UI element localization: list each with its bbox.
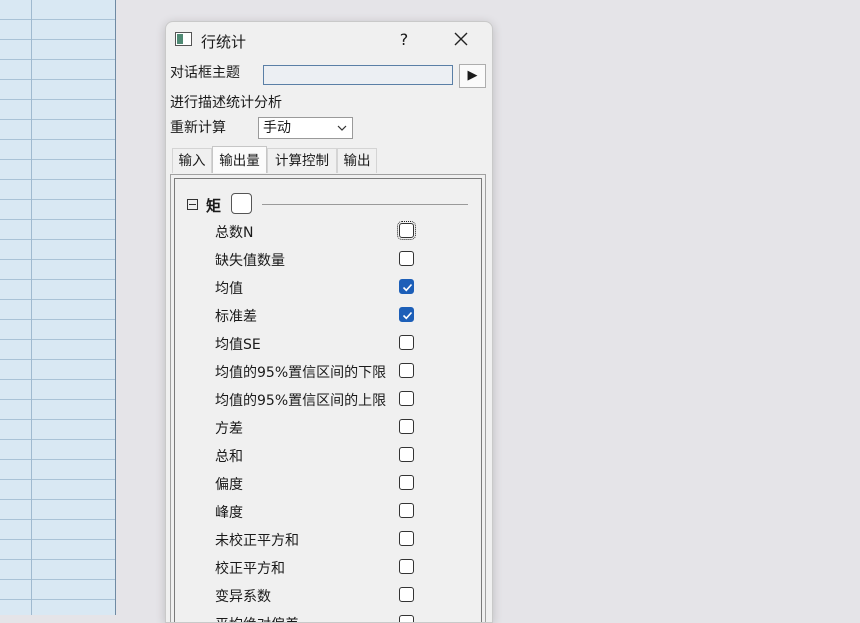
description-text: 进行描述统计分析 [170, 95, 282, 111]
group-divider [262, 204, 468, 205]
play-icon: ▶ [467, 68, 478, 83]
check-icon [402, 311, 413, 320]
item-label: 均值的95%置信区间的上限 [215, 393, 387, 409]
list-item[interactable]: 偏度 [215, 472, 485, 496]
group-checkbox[interactable] [231, 193, 252, 214]
item-label: 未校正平方和 [215, 533, 299, 549]
item-checkbox[interactable] [399, 279, 414, 294]
item-checkbox[interactable] [399, 531, 414, 546]
group-title-moments: 矩 [206, 197, 222, 215]
item-label: 变异系数 [215, 589, 271, 605]
item-label: 总和 [215, 449, 243, 465]
list-item[interactable]: 缺失值数量 [215, 248, 485, 272]
item-label: 缺失值数量 [215, 253, 285, 269]
item-checkbox[interactable] [399, 587, 414, 602]
item-checkbox[interactable] [399, 335, 414, 350]
dialog-theme-input[interactable] [263, 65, 453, 85]
list-item[interactable]: 均值SE [215, 332, 485, 356]
list-item[interactable]: 方差 [215, 416, 485, 440]
item-checkbox[interactable] [397, 221, 416, 240]
close-button[interactable] [448, 28, 474, 52]
item-label: 标准差 [215, 309, 257, 325]
item-checkbox[interactable] [399, 615, 414, 622]
item-checkbox[interactable] [399, 559, 414, 574]
item-label: 均值SE [215, 337, 261, 353]
list-item[interactable]: 平均绝对偏差 [215, 612, 485, 622]
recalculate-select[interactable]: 手动 [258, 117, 353, 139]
app-icon [175, 32, 192, 46]
dialog-theme-label: 对话框主题 [170, 65, 240, 81]
item-checkbox[interactable] [399, 447, 414, 462]
worksheet-grid[interactable] [0, 0, 116, 615]
check-icon [402, 283, 413, 292]
item-checkbox[interactable] [399, 419, 414, 434]
list-item[interactable]: 总数N [215, 220, 485, 244]
tab-quantities[interactable]: 输出量 [212, 146, 267, 173]
item-checkbox[interactable] [399, 475, 414, 490]
item-checkbox[interactable] [399, 363, 414, 378]
item-label: 校正平方和 [215, 561, 285, 577]
title-bar[interactable]: 行统计 ? [166, 22, 492, 58]
item-checkbox[interactable] [399, 503, 414, 518]
close-icon [454, 32, 468, 46]
list-item[interactable]: 标准差 [215, 304, 485, 328]
tree-view: 矩 总数N 缺失值数量均值标准差均值SE 均值的95%置信区间的下限 均值的95%置信… [174, 178, 485, 622]
item-label: 峰度 [215, 505, 243, 521]
item-label: 总数N [215, 225, 254, 241]
recalculate-label: 重新计算 [170, 120, 226, 136]
tab-computation-control[interactable]: 计算控制 [267, 148, 337, 173]
dialog-title: 行统计 [201, 33, 247, 51]
tab-output[interactable]: 输出 [337, 148, 377, 173]
item-label: 方差 [215, 421, 243, 437]
theme-menu-button[interactable]: ▶ [459, 64, 486, 88]
chevron-down-icon [337, 125, 347, 131]
item-checkbox[interactable] [399, 251, 414, 266]
list-item[interactable]: 均值 [215, 276, 485, 300]
collapse-icon[interactable] [187, 199, 198, 210]
tab-input[interactable]: 输入 [172, 148, 212, 173]
list-item[interactable]: 校正平方和 [215, 556, 485, 580]
item-label: 均值的95%置信区间的下限 [215, 365, 387, 381]
list-item[interactable]: 总和 [215, 444, 485, 468]
list-item[interactable]: 峰度 [215, 500, 485, 524]
list-item[interactable]: 未校正平方和 [215, 528, 485, 552]
help-button[interactable]: ? [391, 28, 417, 52]
item-checkbox[interactable] [399, 307, 414, 322]
item-label: 偏度 [215, 477, 243, 493]
list-item[interactable]: 均值的95%置信区间的下限 [215, 360, 485, 384]
recalculate-value: 手动 [263, 120, 291, 136]
quantities-panel: 矩 总数N 缺失值数量均值标准差均值SE 均值的95%置信区间的下限 均值的95%置信… [170, 174, 486, 622]
item-label: 平均绝对偏差 [215, 614, 299, 622]
list-item[interactable]: 变异系数 [215, 584, 485, 608]
item-checkbox[interactable] [399, 391, 414, 406]
item-label: 均值 [215, 281, 243, 297]
row-statistics-dialog: 行统计 ? 对话框主题 ▶ 进行描述统计分析 重新计算 手动 输入 输出量 计算… [165, 21, 493, 623]
list-item[interactable]: 均值的95%置信区间的上限 [215, 388, 485, 412]
